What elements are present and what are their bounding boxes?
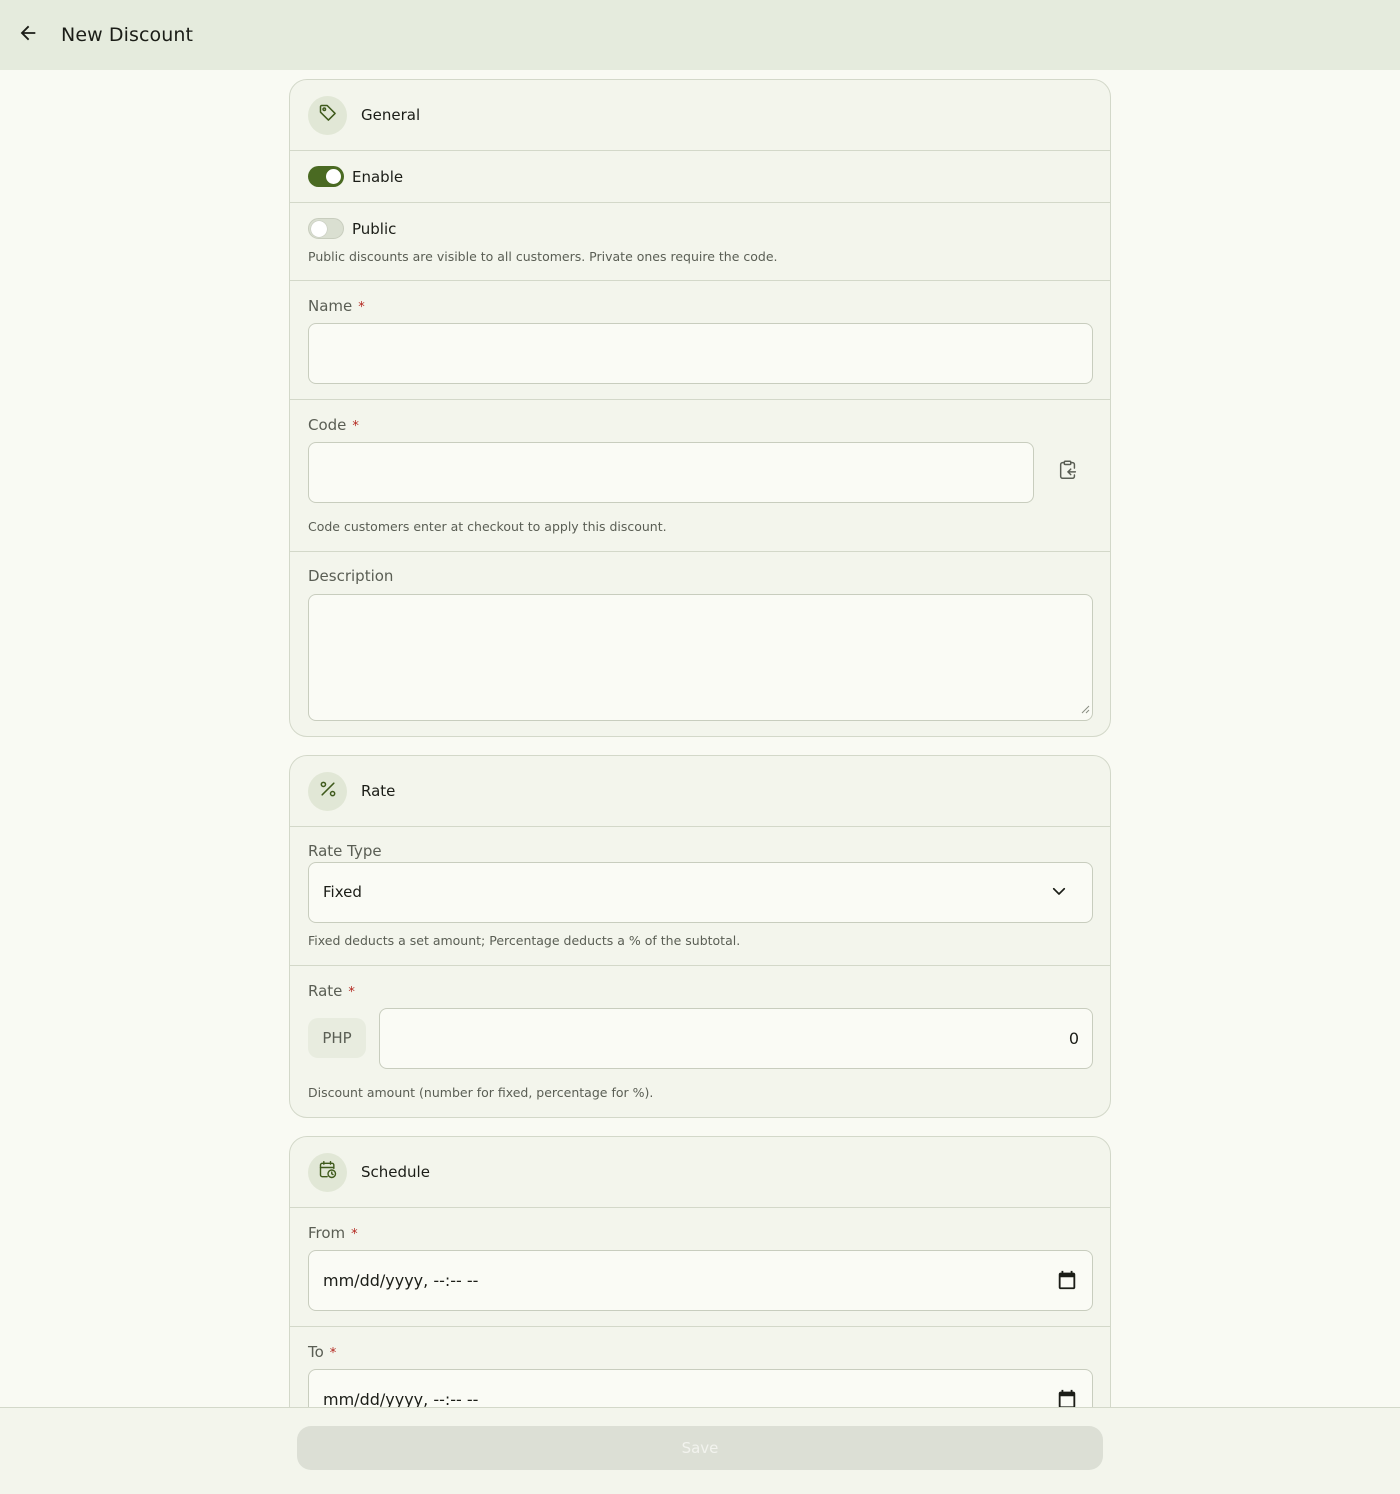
- to-required-mark: *: [329, 1346, 337, 1361]
- resize-handle-icon[interactable]: [1081, 699, 1090, 718]
- enable-row: Enable: [290, 151, 1110, 203]
- clipboard-paste-icon: [1057, 459, 1079, 485]
- description-row: Description: [290, 552, 1110, 736]
- save-button[interactable]: Save: [297, 1426, 1103, 1470]
- code-required-mark: *: [352, 419, 359, 434]
- rate-card-header: Rate: [290, 756, 1110, 827]
- from-required-mark: *: [351, 1227, 358, 1242]
- from-placeholder: mm/dd/yyyy, --:-- --: [323, 1271, 479, 1290]
- calendar-icon[interactable]: [1056, 1269, 1078, 1295]
- name-label: Name: [308, 297, 353, 315]
- name-row: Name *: [290, 281, 1110, 400]
- to-row: To * mm/dd/yyyy, --:-- --: [290, 1327, 1110, 1407]
- schedule-title: Schedule: [361, 1163, 430, 1181]
- description-label: Description: [308, 567, 394, 585]
- form-scroll-area[interactable]: General Enable Public Public discounts a…: [0, 70, 1400, 1407]
- code-label: Code: [308, 416, 347, 434]
- bottom-action-bar: Save: [0, 1407, 1400, 1494]
- rate-input[interactable]: 0: [379, 1008, 1093, 1069]
- schedule-icon-badge: [308, 1152, 347, 1192]
- code-input[interactable]: [308, 442, 1034, 503]
- schedule-card-header: Schedule: [290, 1137, 1110, 1208]
- chevron-down-icon: [1050, 882, 1068, 904]
- rate-type-select[interactable]: Fixed: [308, 862, 1093, 923]
- from-label: From: [308, 1224, 346, 1242]
- general-title: General: [361, 106, 421, 124]
- schedule-card: Schedule From * mm/dd/yyyy, --:-- -- To * …: [289, 1136, 1111, 1407]
- name-input[interactable]: [308, 323, 1093, 384]
- top-app-bar: New Discount: [0, 0, 1400, 70]
- general-card-header: General: [290, 80, 1110, 151]
- description-textarea[interactable]: [308, 594, 1093, 721]
- rate-value-row: Rate * PHP 0 Discount amount (number for …: [290, 966, 1110, 1117]
- name-required-mark: *: [358, 300, 365, 315]
- from-row: From * mm/dd/yyyy, --:-- --: [290, 1208, 1110, 1327]
- rate-icon-badge: [308, 771, 347, 811]
- public-label: Public: [352, 219, 397, 238]
- enable-label: Enable: [352, 167, 404, 186]
- rate-type-label: Rate Type: [308, 842, 382, 860]
- rate-type-value: Fixed: [323, 883, 362, 901]
- code-row: Code * Code customers enter at checkout t…: [290, 400, 1110, 552]
- to-placeholder: mm/dd/yyyy, --:-- --: [323, 1390, 479, 1407]
- tag-icon: [318, 103, 338, 127]
- currency-prefix: PHP: [308, 1018, 366, 1058]
- code-help-text: Code customers enter at checkout to appl…: [308, 519, 667, 534]
- to-label: To: [308, 1343, 324, 1361]
- public-row: Public Public discounts are visible to a…: [290, 203, 1110, 281]
- rate-help-text: Discount amount (number for fixed, perce…: [308, 1085, 654, 1100]
- general-icon-badge: [308, 95, 347, 135]
- rate-type-row: Rate Type Fixed Fixed deducts a set amou…: [290, 827, 1110, 966]
- general-card: General Enable Public Public discounts a…: [289, 79, 1111, 737]
- enable-toggle[interactable]: [308, 166, 344, 187]
- to-datetime-input[interactable]: mm/dd/yyyy, --:-- --: [308, 1369, 1093, 1407]
- page-title: New Discount: [61, 24, 194, 46]
- arrow-left-icon: [17, 22, 39, 48]
- rate-label: Rate: [308, 982, 343, 1000]
- back-button[interactable]: [0, 0, 56, 70]
- public-help-text: Public discounts are visible to all cust…: [308, 249, 778, 264]
- rate-value: 0: [1068, 1029, 1079, 1048]
- public-toggle[interactable]: [308, 218, 344, 239]
- percent-icon: [318, 779, 338, 803]
- from-datetime-input[interactable]: mm/dd/yyyy, --:-- --: [308, 1250, 1093, 1311]
- paste-code-button[interactable]: [1048, 452, 1088, 492]
- calendar-icon[interactable]: [1056, 1388, 1078, 1407]
- rate-title: Rate: [361, 782, 396, 800]
- rate-type-help-text: Fixed deducts a set amount; Percentage d…: [308, 933, 741, 948]
- rate-required-mark: *: [348, 985, 355, 1000]
- rate-card: Rate Rate Type Fixed Fixed deducts a set…: [289, 755, 1111, 1118]
- calendar-clock-icon: [318, 1160, 338, 1184]
